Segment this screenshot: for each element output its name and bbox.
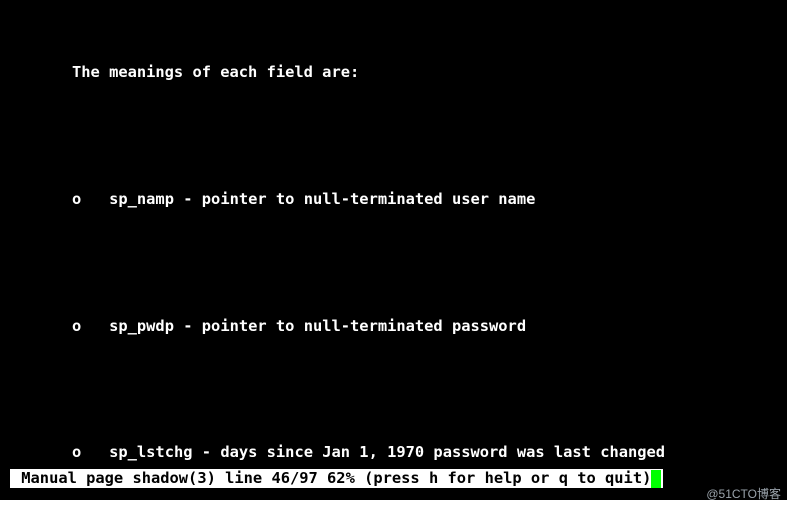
watermark: @51CTO博客	[706, 487, 781, 502]
intro-text: The meanings of each field are:	[0, 62, 787, 83]
terminal-manpage[interactable]: The meanings of each field are: o sp_nam…	[0, 0, 787, 500]
field-row: o sp_pwdp - pointer to null-terminated p…	[0, 316, 787, 337]
field-row: o sp_namp - pointer to null-terminated u…	[0, 189, 787, 210]
pager-status-bar[interactable]: Manual page shadow(3) line 46/97 62% (pr…	[10, 469, 663, 488]
cursor	[651, 470, 661, 488]
field-row: o sp_lstchg - days since Jan 1, 1970 pas…	[0, 442, 787, 463]
